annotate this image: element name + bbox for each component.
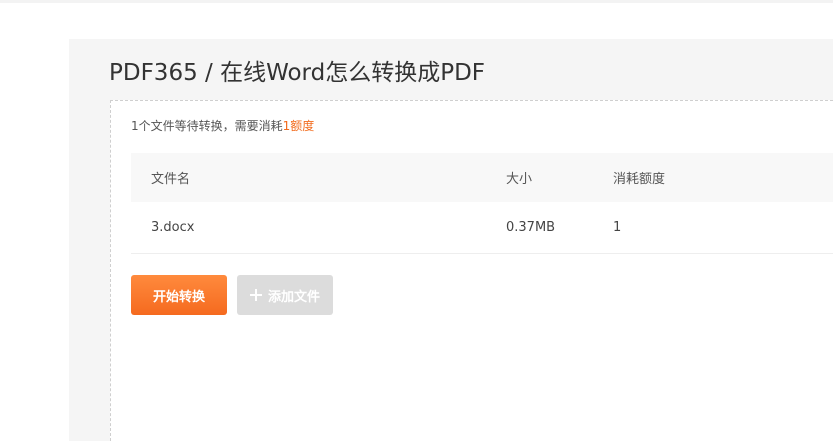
page-title: PDF365 / 在线Word怎么转换成PDF [109,60,486,86]
converter-panel: PDF365 / 在线Word怎么转换成PDF 1个文件等待转换，需要消耗1额度… [69,39,833,441]
file-name-cell: 3.docx [131,202,506,254]
table-header-row: 文件名 大小 消耗额度 [131,153,833,202]
start-conversion-button[interactable]: 开始转换 [131,275,227,315]
add-file-button[interactable]: 添加文件 [237,275,333,315]
file-size-cell: 0.37MB [506,202,613,254]
column-header-size: 大小 [506,153,613,202]
quota-highlight: 1额度 [282,119,315,133]
conversion-notice: 1个文件等待转换，需要消耗1额度 [131,117,314,135]
start-conversion-label: 开始转换 [152,289,205,305]
plus-icon [249,289,262,301]
file-quota-cell: 1 [613,202,833,254]
top-bar [0,0,833,3]
column-header-quota: 消耗额度 [613,153,833,202]
file-table: 文件名 大小 消耗额度 3.docx 0.37MB 1 [131,153,833,254]
upload-card: 1个文件等待转换，需要消耗1额度 文件名 大小 消耗额度 3.docx 0.37… [110,100,833,441]
notice-text: 1个文件等待转换，需要消耗 [131,119,283,133]
table-row: 3.docx 0.37MB 1 [131,202,833,254]
column-header-name: 文件名 [131,153,506,202]
add-file-label: 添加文件 [267,289,320,305]
